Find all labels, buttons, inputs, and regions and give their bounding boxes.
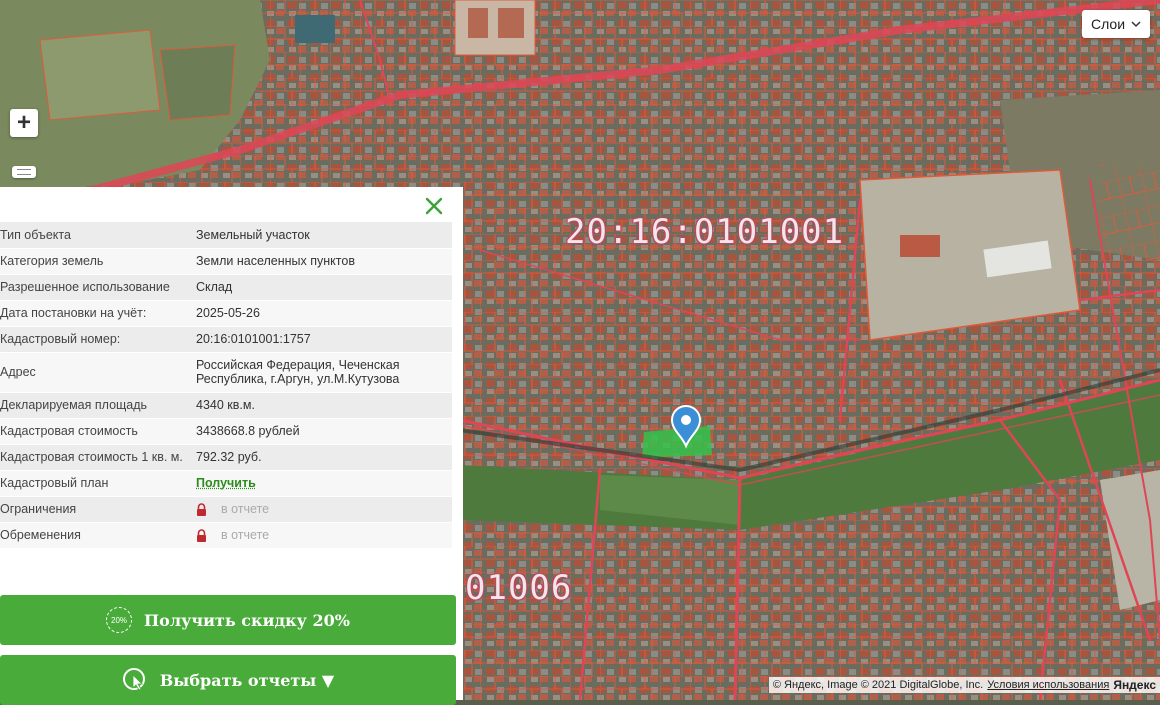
field-value: 2025-05-26 [190,300,452,327]
pointer-icon [122,668,145,691]
close-icon[interactable] [424,196,444,216]
table-row: Кадастровый план Получить [0,470,452,497]
field-value: 3438668.8 рублей [190,418,452,445]
yandex-logo[interactable]: Яндекс [1113,678,1156,692]
table-row: Тип объекта Земельный участок [0,222,452,249]
field-label: Разрешенное использование [0,274,190,301]
get-discount-label: Получить скидку 20% [144,610,350,630]
address-line: Республика, г.Аргун, ул.М.Кутузова [196,372,400,386]
layers-label: Слои [1090,16,1126,32]
field-value: Земельный участок [190,222,452,249]
map-copyright: © Яндекс, Image © 2021 DigitalGlobe, Inc… [768,677,1160,693]
table-row: Декларируемая площадь 4340 кв.м. [0,392,452,419]
field-value: 4340 кв.м. [190,392,452,419]
table-row: Адрес Российская Федерация, Чеченская Ре… [0,352,452,393]
copyright-text: © Яндекс, Image © 2021 DigitalGlobe, Inc… [772,679,984,691]
zoom-in-button[interactable]: + [10,109,38,137]
field-label: Кадастровая стоимость [0,418,190,445]
lock-icon [197,528,206,542]
table-row: Разрешенное использование Склад [0,274,452,301]
table-row: Ограничения в отчете [0,496,452,523]
field-label: Кадастровый номер: [0,326,190,353]
terms-of-use-link[interactable]: Условия использования [987,679,1109,691]
locked-value: в отчете [196,528,448,542]
table-row: Категория земель Земли населенных пункто… [0,248,452,275]
object-info-table: Тип объекта Земельный участок Категория … [0,222,452,549]
select-reports-button[interactable]: Выбрать отчеты ▼ [0,655,456,705]
field-label: Кадастровая стоимость 1 кв. м. [0,444,190,471]
cadastral-quarter-label: 20:16:0101001 [565,212,845,252]
field-label: Декларируемая площадь [0,392,190,419]
address-line: Российская Федерация, Чеченская [196,358,400,372]
field-value: Земли населенных пунктов [190,248,452,275]
field-value: Склад [190,274,452,301]
zoom-slider-handle[interactable] [12,166,36,178]
locked-value: в отчете [196,502,448,516]
field-label: Ограничения [0,496,190,523]
lock-icon [197,502,206,516]
field-label: Кадастровый план [0,470,190,497]
locked-text: в отчете [221,502,270,516]
table-row: Кадастровая стоимость 3438668.8 рублей [0,418,452,445]
get-cadastral-plan-link[interactable]: Получить [196,476,256,490]
select-reports-label: Выбрать отчеты ▼ [159,670,335,690]
field-label: Тип объекта [0,222,190,249]
chevron-down-icon [1131,20,1141,27]
locked-text: в отчете [221,528,270,542]
address-value: Российская Федерация, Чеченская Республи… [190,352,452,393]
cadastral-quarter-label-secondary: 01006 [465,568,573,608]
get-discount-button[interactable]: 20% Получить скидку 20% [0,595,456,645]
table-row: Обременения в отчете [0,522,452,549]
table-row: Дата постановки на учёт: 2025-05-26 [0,300,452,327]
table-row: Кадастровая стоимость 1 кв. м. 792.32 ру… [0,444,452,471]
discount-badge-icon: 20% [106,607,133,633]
field-label: Категория земель [0,248,190,275]
field-value: 792.32 руб. [190,444,452,471]
table-row: Кадастровый номер: 20:16:0101001:1757 [0,326,452,353]
field-label: Дата постановки на учёт: [0,300,190,327]
field-value: 20:16:0101001:1757 [190,326,452,353]
layers-button[interactable]: Слои [1082,10,1150,38]
field-label: Адрес [0,352,190,393]
field-label: Обременения [0,522,190,549]
